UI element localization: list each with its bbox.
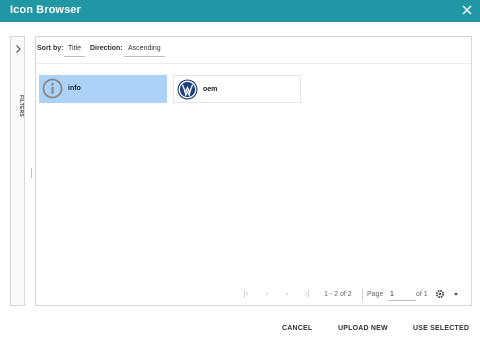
dialog-title: Icon Browser (10, 4, 81, 16)
panel-splitter[interactable] (31, 168, 32, 178)
prev-page-icon[interactable]: ‹ (262, 289, 272, 299)
filters-panel: FILTERS (10, 36, 25, 306)
chevron-right-icon[interactable] (13, 41, 23, 53)
page-number-input[interactable] (388, 288, 416, 301)
direction-label: Direction: (90, 45, 123, 52)
page-total: of 1 (416, 291, 428, 298)
last-page-icon[interactable]: ›| (302, 289, 312, 299)
use-selected-button[interactable]: USE SELECTED (413, 325, 469, 332)
icon-tile-info[interactable]: info (39, 75, 167, 103)
pager: |‹ ‹ › ›| 1 - 2 of 2 Page of 1 (36, 285, 471, 305)
chevron-down-icon[interactable] (454, 293, 458, 296)
pager-divider (362, 289, 363, 301)
dialog-titlebar: Icon Browser (0, 0, 480, 22)
cancel-button[interactable]: CANCEL (282, 325, 312, 332)
close-icon[interactable] (460, 3, 474, 17)
sort-by-label: Sort by: (37, 45, 64, 52)
icon-tile-oem[interactable]: oem (173, 75, 301, 103)
upload-new-button[interactable]: UPLOAD NEW (338, 325, 388, 332)
sort-bar: Sort by: Title Direction: Ascending (36, 37, 471, 64)
sort-by-select[interactable]: Title (64, 41, 85, 57)
gear-icon[interactable] (435, 289, 445, 299)
volkswagen-logo-icon (177, 79, 198, 100)
pager-count: 1 - 2 of 2 (324, 291, 352, 298)
page-label: Page (367, 291, 384, 298)
direction-select[interactable]: Ascending (124, 41, 165, 57)
icon-browser-main: Sort by: Title Direction: Ascending info… (35, 36, 472, 306)
next-page-icon[interactable]: › (282, 289, 292, 299)
filters-label: FILTERS (18, 95, 24, 117)
icon-tile-label: info (68, 85, 81, 92)
first-page-icon[interactable]: |‹ (241, 289, 251, 299)
info-icon (42, 78, 63, 99)
icon-tile-label: oem (203, 86, 218, 93)
